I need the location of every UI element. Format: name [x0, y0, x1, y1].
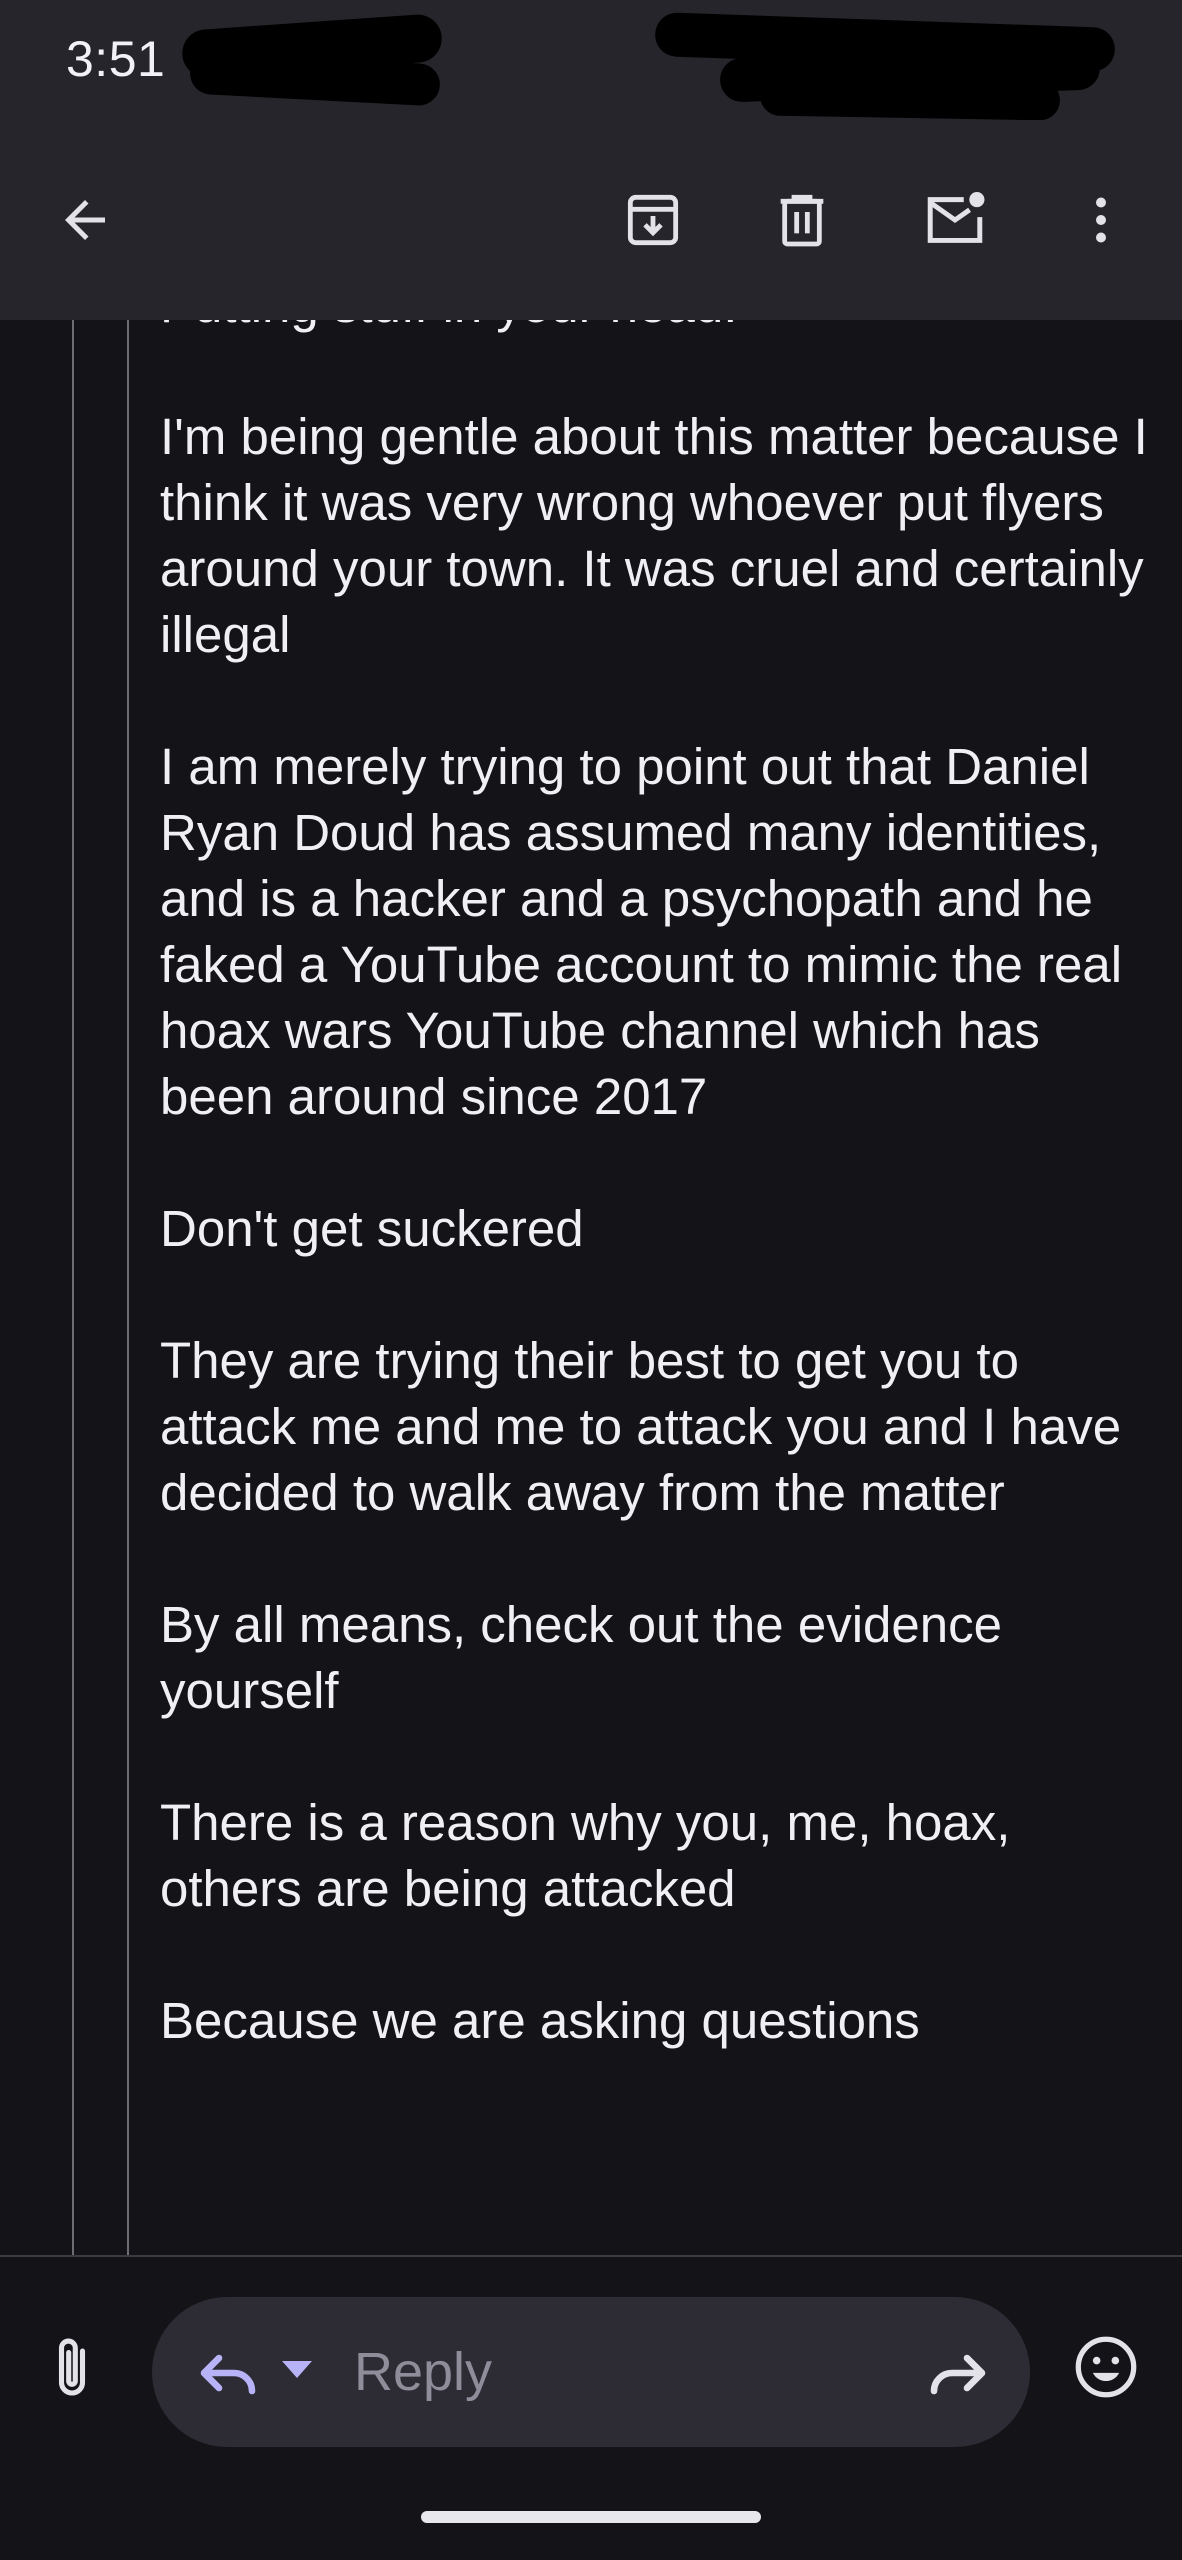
- paragraph: I am merely trying to point out that Dan…: [160, 738, 1123, 1125]
- emoji-button[interactable]: [1064, 2325, 1148, 2409]
- mark-unread-button[interactable]: [910, 175, 1000, 265]
- home-indicator[interactable]: [421, 2511, 761, 2523]
- redaction-mark: [759, 75, 1061, 121]
- reply-placeholder: Reply: [354, 2342, 493, 2402]
- paragraph: I'm being gentle about this matter becau…: [160, 408, 1148, 663]
- back-button[interactable]: [40, 175, 130, 265]
- message-toolbar: [0, 120, 1182, 320]
- quote-bar-inner: [127, 320, 129, 2255]
- more-vert-icon: [1096, 197, 1106, 243]
- paperclip-icon: [58, 2338, 86, 2396]
- reply-icon[interactable]: [192, 2337, 264, 2409]
- delete-button[interactable]: [757, 175, 847, 265]
- quote-bar-outer: [72, 320, 74, 2255]
- message-body: Putting stuff in your head. I'm being ge…: [0, 320, 1182, 2255]
- trash-icon: [780, 194, 824, 247]
- paragraph: By all means, check out the evidence you…: [160, 1596, 1002, 1719]
- email-message-screen: 3:51 I'm being gentle about this matter …: [0, 0, 1182, 2560]
- archive-icon: [627, 194, 679, 246]
- paragraph: Don't get suckered: [160, 1200, 584, 1257]
- mail-unread-icon: [927, 192, 985, 243]
- quoted-text: Putting stuff in your head. I'm being ge…: [160, 320, 1150, 2120]
- forward-icon[interactable]: [922, 2337, 994, 2409]
- archive-button[interactable]: [608, 175, 698, 265]
- arrow-left-icon: [65, 200, 105, 240]
- status-bar: 3:51: [0, 0, 1182, 121]
- attach-button[interactable]: [30, 2327, 114, 2411]
- paragraph: There is a reason why you, me, hoax, oth…: [160, 1794, 1011, 1917]
- emoji-icon: [1075, 2336, 1137, 2398]
- status-time: 3:51: [66, 31, 166, 87]
- more-options-button[interactable]: [1056, 175, 1146, 265]
- paragraph: Because we are asking questions: [160, 1992, 920, 2049]
- paragraph: Putting stuff in your head.: [160, 320, 1150, 338]
- reply-field[interactable]: Reply: [152, 2297, 1030, 2447]
- chevron-down-icon[interactable]: [282, 2361, 312, 2378]
- paragraph: They are trying their best to get you to…: [160, 1332, 1122, 1521]
